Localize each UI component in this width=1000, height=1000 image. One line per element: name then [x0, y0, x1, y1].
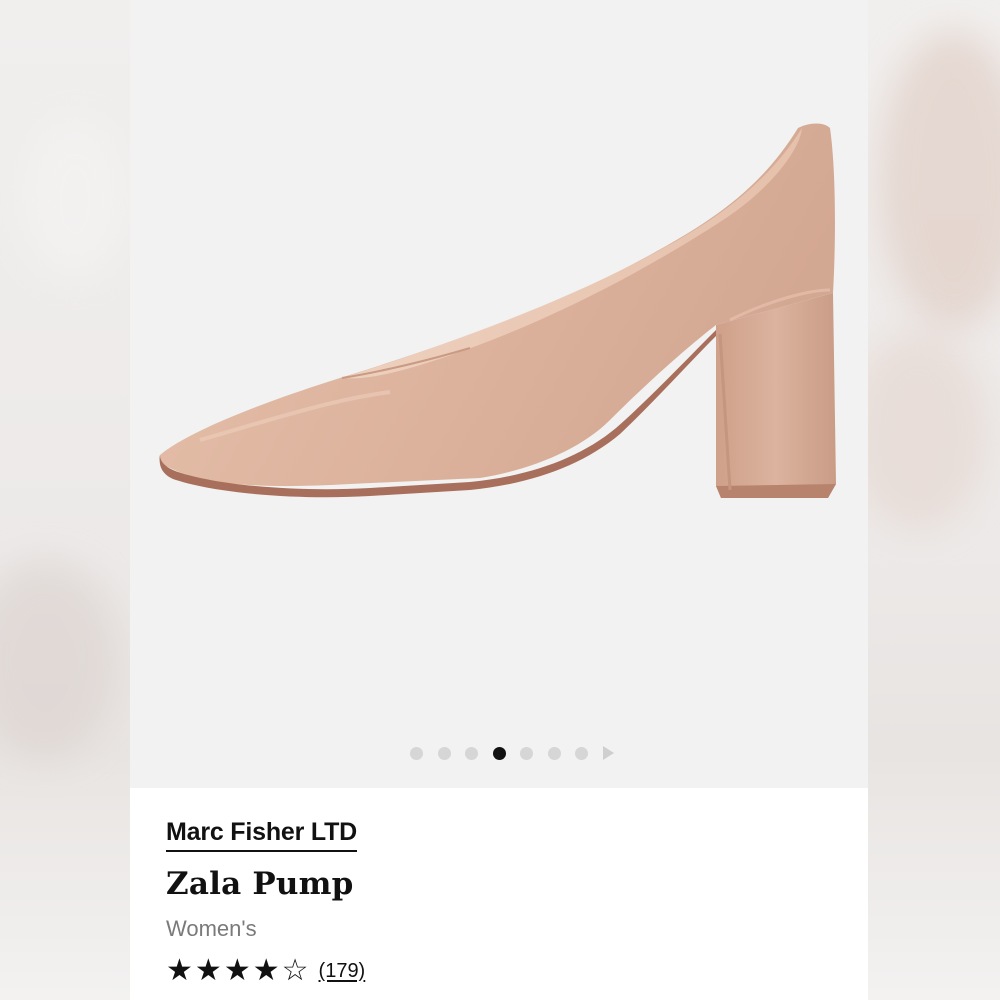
blurred-background-left [0, 0, 130, 1000]
blurred-background-right [868, 0, 1000, 1000]
product-card: Marc Fisher LTD Zala Pump Women's ★ ★ ★ ★ ☆ … [130, 0, 868, 1000]
review-count-link[interactable]: (179) [319, 960, 366, 983]
product-rating[interactable]: ★ ★ ★ ★ ☆ (179) [166, 956, 848, 986]
pagination-dot[interactable] [410, 746, 423, 760]
pagination-dot[interactable] [465, 746, 478, 760]
pagination-dot[interactable] [547, 746, 561, 760]
image-pagination [410, 745, 614, 761]
star-filled-icon: ★ [166, 954, 193, 987]
next-image-arrow-icon[interactable] [602, 746, 614, 760]
product-info: Marc Fisher LTD Zala Pump Women's ★ ★ ★ ★ ☆ … [166, 818, 848, 986]
pagination-dot[interactable] [575, 746, 588, 760]
product-gender: Women's [166, 916, 257, 941]
product-image-gallery[interactable] [130, 0, 868, 788]
rating-stars: ★ ★ ★ ★ ☆ [166, 956, 311, 986]
star-filled-icon: ★ [223, 954, 251, 987]
brand-link[interactable]: Marc Fisher LTD [166, 818, 357, 852]
product-image [159, 123, 836, 498]
pagination-dot[interactable] [520, 746, 533, 760]
star-filled-icon: ★ [194, 954, 222, 987]
star-empty-icon: ☆ [281, 954, 309, 987]
pagination-dot-active[interactable] [492, 746, 506, 760]
pagination-dot[interactable] [437, 746, 451, 760]
star-filled-icon: ★ [252, 954, 280, 987]
product-name: Zala Pump [166, 866, 354, 902]
